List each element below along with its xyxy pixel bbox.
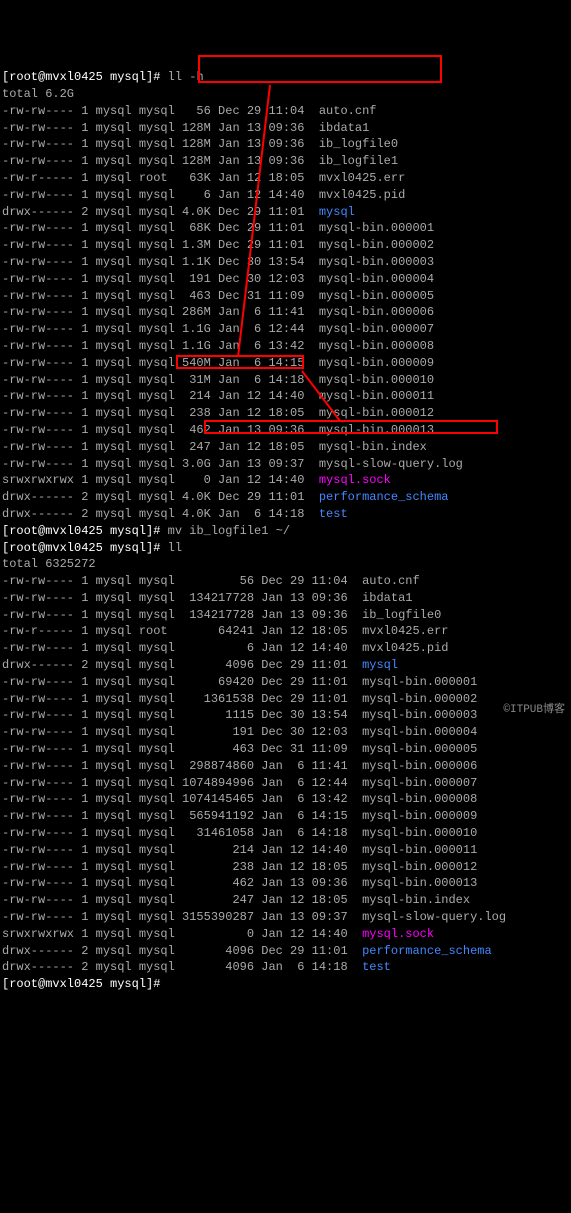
file-row: drwx------ 2 mysql mysql 4096 Dec 29 11:…	[2, 657, 569, 674]
file-row: drwx------ 2 mysql mysql 4.0K Dec 29 11:…	[2, 204, 569, 221]
file-row: drwx------ 2 mysql mysql 4096 Jan 6 14:1…	[2, 959, 569, 976]
file-row: -rw-rw---- 1 mysql mysql 463 Dec 31 11:0…	[2, 288, 569, 305]
file-row: -rw-rw---- 1 mysql mysql 1.1G Jan 6 12:4…	[2, 321, 569, 338]
file-row: -rw-rw---- 1 mysql mysql 191 Dec 30 12:0…	[2, 271, 569, 288]
file-row: -rw-rw---- 1 mysql mysql 134217728 Jan 1…	[2, 590, 569, 607]
file-row: -rw-rw---- 1 mysql mysql 540M Jan 6 14:1…	[2, 355, 569, 372]
total-line: total 6.2G	[2, 86, 569, 103]
file-row: -rw-rw---- 1 mysql mysql 214 Jan 12 14:4…	[2, 842, 569, 859]
terminal-output: [root@mvxl0425 mysql]# ll -htotal 6.2G-r…	[0, 67, 571, 995]
file-row: -rw-rw---- 1 mysql mysql 462 Jan 13 09:3…	[2, 875, 569, 892]
prompt-line[interactable]: [root@mvxl0425 mysql]# mv ib_logfile1 ~/	[2, 523, 569, 540]
file-row: drwx------ 2 mysql mysql 4.0K Dec 29 11:…	[2, 489, 569, 506]
file-row: -rw-rw---- 1 mysql mysql 6 Jan 12 14:40 …	[2, 187, 569, 204]
file-row: srwxrwxrwx 1 mysql mysql 0 Jan 12 14:40 …	[2, 926, 569, 943]
total-line: total 6325272	[2, 556, 569, 573]
file-row: -rw-rw---- 1 mysql mysql 128M Jan 13 09:…	[2, 120, 569, 137]
file-row: -rw-rw---- 1 mysql mysql 247 Jan 12 18:0…	[2, 892, 569, 909]
file-row: srwxrwxrwx 1 mysql mysql 0 Jan 12 14:40 …	[2, 472, 569, 489]
file-row: -rw-rw---- 1 mysql mysql 1115 Dec 30 13:…	[2, 707, 569, 724]
file-row: -rw-rw---- 1 mysql mysql 298874860 Jan 6…	[2, 758, 569, 775]
file-row: -rw-rw---- 1 mysql mysql 286M Jan 6 11:4…	[2, 304, 569, 321]
prompt-line[interactable]: [root@mvxl0425 mysql]# ll	[2, 540, 569, 557]
file-row: -rw-rw---- 1 mysql mysql 565941192 Jan 6…	[2, 808, 569, 825]
file-row: -rw-rw---- 1 mysql mysql 462 Jan 13 09:3…	[2, 422, 569, 439]
file-row: -rw-rw---- 1 mysql mysql 31M Jan 6 14:18…	[2, 372, 569, 389]
file-row: -rw-rw---- 1 mysql mysql 128M Jan 13 09:…	[2, 153, 569, 170]
file-row: -rw-rw---- 1 mysql mysql 68K Dec 29 11:0…	[2, 220, 569, 237]
watermark: ©ITPUB博客	[503, 703, 565, 718]
file-row: -rw-rw---- 1 mysql mysql 3.0G Jan 13 09:…	[2, 456, 569, 473]
file-row: -rw-rw---- 1 mysql mysql 128M Jan 13 09:…	[2, 136, 569, 153]
file-row: -rw-rw---- 1 mysql mysql 134217728 Jan 1…	[2, 607, 569, 624]
file-row: -rw-rw---- 1 mysql mysql 463 Dec 31 11:0…	[2, 741, 569, 758]
file-row: -rw-r----- 1 mysql root 64241 Jan 12 18:…	[2, 623, 569, 640]
file-row: -rw-rw---- 1 mysql mysql 56 Dec 29 11:04…	[2, 573, 569, 590]
file-row: -rw-rw---- 1 mysql mysql 191 Dec 30 12:0…	[2, 724, 569, 741]
file-row: -rw-rw---- 1 mysql mysql 69420 Dec 29 11…	[2, 674, 569, 691]
file-row: drwx------ 2 mysql mysql 4096 Dec 29 11:…	[2, 943, 569, 960]
file-row: drwx------ 2 mysql mysql 4.0K Jan 6 14:1…	[2, 506, 569, 523]
file-row: -rw-rw---- 1 mysql mysql 1074145465 Jan …	[2, 791, 569, 808]
file-row: -rw-rw---- 1 mysql mysql 6 Jan 12 14:40 …	[2, 640, 569, 657]
file-row: -rw-rw---- 1 mysql mysql 1.1K Dec 30 13:…	[2, 254, 569, 271]
file-row: -rw-rw---- 1 mysql mysql 1074894996 Jan …	[2, 775, 569, 792]
file-row: -rw-rw---- 1 mysql mysql 56 Dec 29 11:04…	[2, 103, 569, 120]
file-row: -rw-r----- 1 mysql root 63K Jan 12 18:05…	[2, 170, 569, 187]
prompt-line[interactable]: [root@mvxl0425 mysql]# ll -h	[2, 69, 569, 86]
file-row: -rw-rw---- 1 mysql mysql 214 Jan 12 14:4…	[2, 388, 569, 405]
file-row: -rw-rw---- 1 mysql mysql 31461058 Jan 6 …	[2, 825, 569, 842]
prompt-line[interactable]: [root@mvxl0425 mysql]#	[2, 976, 569, 993]
file-row: -rw-rw---- 1 mysql mysql 238 Jan 12 18:0…	[2, 859, 569, 876]
file-row: -rw-rw---- 1 mysql mysql 1.1G Jan 6 13:4…	[2, 338, 569, 355]
file-row: -rw-rw---- 1 mysql mysql 3155390287 Jan …	[2, 909, 569, 926]
file-row: -rw-rw---- 1 mysql mysql 238 Jan 12 18:0…	[2, 405, 569, 422]
file-row: -rw-rw---- 1 mysql mysql 1.3M Dec 29 11:…	[2, 237, 569, 254]
file-row: -rw-rw---- 1 mysql mysql 1361538 Dec 29 …	[2, 691, 569, 708]
file-row: -rw-rw---- 1 mysql mysql 247 Jan 12 18:0…	[2, 439, 569, 456]
